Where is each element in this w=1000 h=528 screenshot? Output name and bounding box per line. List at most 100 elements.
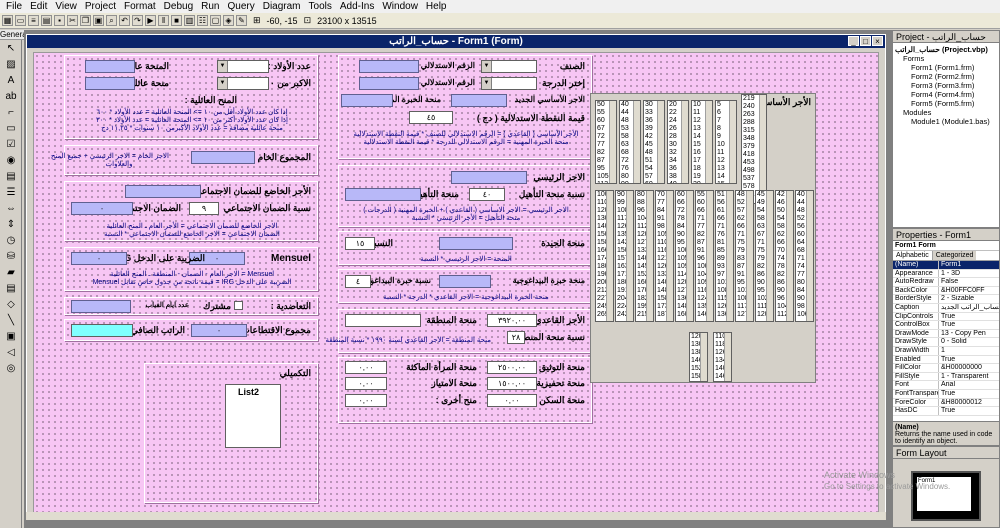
frame-family[interactable]: عدد الأولاد : ▼ المنحة عائلية الاكبر من … xyxy=(64,55,318,139)
maximize-icon[interactable]: □ xyxy=(860,36,871,46)
property-value[interactable]: True xyxy=(939,390,999,398)
property-row[interactable]: FillStyle 1 - Transparent xyxy=(893,372,999,382)
property-row[interactable]: (Name) Form1 xyxy=(893,261,999,270)
text-main-wage[interactable] xyxy=(451,171,527,184)
list-scrollbar[interactable] xyxy=(705,101,712,183)
list-c8b[interactable]: 48 52 57 62 66 71 75 79 83 87 91 95 101 108 117 127 xyxy=(735,190,754,322)
text-net[interactable] xyxy=(71,324,133,337)
list-c4a[interactable]: 20222426283032343638404244 xyxy=(667,100,689,184)
cut-icon[interactable]: ✂ xyxy=(67,15,78,26)
list-c7b[interactable]: 51 56 61 66 71 76 81 85 89 93 97 101 108 115 126 136 xyxy=(715,190,734,322)
property-value[interactable]: 2 - Sizable xyxy=(939,295,999,303)
text-seq-grade[interactable] xyxy=(359,77,419,90)
option-button-icon[interactable]: ◉ xyxy=(2,154,20,168)
properties-icon[interactable]: ☷ xyxy=(197,15,208,26)
list-scrollbar[interactable] xyxy=(746,191,753,321)
list-c11b[interactable]: 40 44 48 52 56 60 64 68 71 74 77 80 84 90 98 106 xyxy=(795,190,814,322)
text-housing[interactable]: ٠,٠٠ xyxy=(487,394,537,407)
property-value[interactable]: &H00000000 xyxy=(939,364,999,372)
property-value[interactable]: 1 - Transparent xyxy=(939,373,999,381)
break-icon[interactable]: ‖ xyxy=(158,15,169,26)
list-c10b[interactable]: 42 46 50 54 58 62 66 70 74 78 82 86 90 96 104 112 xyxy=(775,190,794,322)
list-c4b[interactable]: 70 77 84 91 98 105 110 116 121 126 133 140 148 158 173… xyxy=(655,190,674,322)
frame-doc-bonus[interactable]: منحة الجيدة النسبة ١٥ المنحة = الاجر الر… xyxy=(338,231,592,265)
text-qual[interactable] xyxy=(345,188,421,201)
picture-box-icon[interactable]: ▨ xyxy=(2,58,20,72)
property-value[interactable]: True xyxy=(939,356,999,364)
property-row[interactable]: Caption حساب_الراتب الجديد xyxy=(893,303,999,313)
start-icon[interactable]: ▶ xyxy=(145,15,156,26)
property-value[interactable]: 1 - 3D xyxy=(939,270,999,278)
drive-list-icon[interactable]: ⛁ xyxy=(2,250,20,264)
modules-folder[interactable]: Modules xyxy=(895,108,997,117)
minimize-icon[interactable]: _ xyxy=(848,36,859,46)
object-browser-icon[interactable]: ◈ xyxy=(223,15,234,26)
list-scrollbar[interactable] xyxy=(633,101,640,183)
project-form-item[interactable]: Form1 (Form1.frm) xyxy=(911,63,997,72)
property-row[interactable]: ForeColor &H80000012 xyxy=(893,398,999,408)
text-qual-rate[interactable]: ٤٠ xyxy=(469,188,505,201)
vscroll-icon[interactable]: ⇕ xyxy=(2,218,20,232)
text-doc[interactable] xyxy=(439,237,513,250)
list-scrollbar[interactable] xyxy=(657,101,664,183)
list2[interactable]: List2 xyxy=(225,384,281,448)
project-form-item[interactable]: Form4 (Form4.frm) xyxy=(911,90,997,99)
menu-item-query[interactable]: Query xyxy=(223,0,258,13)
frame-irg[interactable]: Mensuel ٠ الضريبة على الدخل IRG : ٠ Mens… xyxy=(64,247,318,291)
property-row[interactable]: BorderStyle 2 - Sizable xyxy=(893,295,999,304)
project-explorer-icon[interactable]: ▥ xyxy=(184,15,195,26)
list-c2a[interactable]: 4044485358636872768090100107 xyxy=(619,100,641,184)
open-icon[interactable]: ▤ xyxy=(41,15,52,26)
frame-mutual[interactable]: التعاضدية : مشترك عدد ايام الغياب xyxy=(64,297,318,315)
text-woman[interactable]: ٠,٠٠ xyxy=(345,361,387,374)
file-list-icon[interactable]: ▤ xyxy=(2,282,20,296)
text-base-new[interactable] xyxy=(451,94,507,107)
text-excel[interactable]: ٠,٠٠ xyxy=(345,377,387,390)
list-item[interactable]: 166 xyxy=(691,381,707,382)
list-c3a[interactable]: 30333639424548515457606366 xyxy=(643,100,665,184)
property-row[interactable]: FontTransparentTrue xyxy=(893,389,999,399)
text-rate[interactable]: ١٥ xyxy=(345,237,375,250)
property-row[interactable]: ClipControls True xyxy=(893,312,999,322)
list-scrollbar[interactable] xyxy=(729,101,736,183)
menu-editor-icon[interactable]: ≡ xyxy=(28,15,39,26)
text-irg[interactable]: ٠ xyxy=(71,252,127,265)
hscroll-icon[interactable]: ⇔ xyxy=(2,202,20,216)
object-selector[interactable]: Form1 Form xyxy=(893,241,999,251)
end-icon[interactable]: ■ xyxy=(171,15,182,26)
text-absent[interactable] xyxy=(71,300,131,313)
property-value[interactable]: Arial xyxy=(939,381,999,389)
frame-other-bonuses[interactable]: منحة التوثيق : ٢٥٠٠,٠٠ منحة المرأة الماك… xyxy=(338,357,592,423)
list-item[interactable]: 152 xyxy=(715,381,731,382)
combo-children[interactable]: ▼ xyxy=(217,60,269,73)
property-value[interactable]: True xyxy=(939,321,999,329)
menu-item-tools[interactable]: Tools xyxy=(305,0,336,13)
list-big[interactable]: 219240263288315348379418453498537578621 xyxy=(741,94,767,204)
list-scrollbar[interactable] xyxy=(806,191,813,321)
property-value[interactable]: &H00FFC0FF xyxy=(939,287,999,295)
property-value[interactable]: 0 - Solid xyxy=(939,338,999,346)
text-ped[interactable] xyxy=(439,275,491,288)
list-scrollbar[interactable] xyxy=(700,333,707,381)
property-value[interactable]: 1 xyxy=(939,347,999,355)
text-ped-rate[interactable]: ٤ xyxy=(345,275,371,288)
paste-icon[interactable]: ▣ xyxy=(93,15,104,26)
frame-social[interactable]: الأجر الخاضع للضمان الاجتماعي : نسبة الض… xyxy=(64,181,318,241)
property-row[interactable]: Appearance 1 - 3D xyxy=(893,269,999,279)
list-c2b[interactable]: 90 99 108 117 126 135 142 150 157 163 171 180 191 204… xyxy=(615,190,634,322)
frame-region-bonus[interactable]: الأجر القاعدي ٩٠: ٣٩٢٠,٠٠ منحة المنطقة ن… xyxy=(325,309,592,353)
combobox-icon[interactable]: ▤ xyxy=(2,170,20,184)
combo-grade[interactable]: ▼ xyxy=(481,77,537,90)
text-family[interactable] xyxy=(85,60,135,73)
menu-item-file[interactable]: File xyxy=(2,0,26,13)
shape-icon[interactable]: ◇ xyxy=(2,298,20,312)
text-other[interactable]: ٠,٠٠ xyxy=(345,394,387,407)
property-row[interactable]: FillColor &H00000000 xyxy=(893,364,999,373)
list-scrollbar[interactable] xyxy=(724,333,731,381)
text-incent[interactable]: ١٥٠٠,٠٠ xyxy=(487,377,537,390)
tab-alphabetic[interactable]: Alphabetic xyxy=(893,251,933,260)
list-scrollbar[interactable] xyxy=(626,191,633,321)
text-extra[interactable] xyxy=(85,77,135,90)
ole-icon[interactable]: ◎ xyxy=(2,362,20,376)
text-doc-bonus[interactable]: ٢٥٠٠,٠٠ xyxy=(487,361,537,374)
